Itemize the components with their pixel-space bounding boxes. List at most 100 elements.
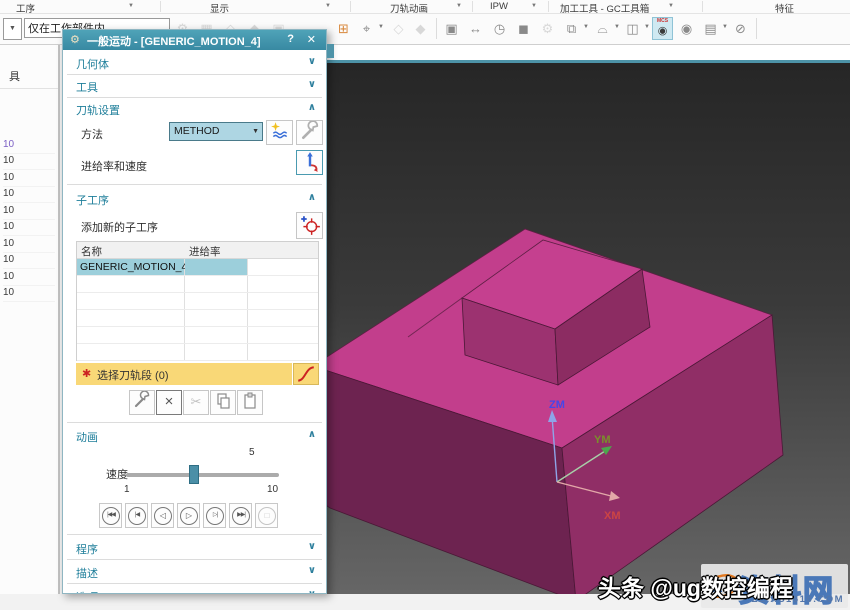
section-subop[interactable]: 子工序 ∧: [63, 189, 326, 209]
navigator-row[interactable]: 10: [3, 285, 55, 302]
dialog-titlebar[interactable]: ⚙ 一般运动 - [GENERIC_MOTION_4] ? ✕: [63, 30, 326, 50]
ribbon-group-operation[interactable]: 工序: [16, 1, 35, 15]
cutter-display-icon[interactable]: ⌓: [592, 17, 613, 40]
method-combo[interactable]: METHOD ▼: [169, 122, 263, 141]
combo-arrow-icon[interactable]: ▼: [252, 128, 259, 135]
navigator-row[interactable]: 10: [3, 203, 55, 220]
select-toolpath-prompt[interactable]: ✱ 选择刀轨段 (0): [76, 363, 292, 385]
help-button[interactable]: ?: [287, 33, 294, 45]
table-row[interactable]: [77, 310, 318, 327]
ribbon-group-gc-toolbox[interactable]: 加工工具 - GC工具箱: [560, 1, 649, 15]
table-header-row[interactable]: 名称 进给率: [77, 242, 318, 259]
curve-select-button[interactable]: [293, 363, 319, 385]
geometry-eye-icon[interactable]: ◉: [676, 17, 697, 40]
layer-settings-icon[interactable]: ▤: [700, 17, 721, 40]
section-path-settings[interactable]: 刀轨设置 ∧: [63, 99, 326, 119]
playback-stop-button[interactable]: □: [255, 503, 278, 528]
ribbon-group-display[interactable]: 显示: [210, 1, 229, 15]
dropdown-icon[interactable]: ▼: [614, 24, 620, 30]
toolpath-range-icon[interactable]: ↔: [465, 17, 486, 40]
section-program[interactable]: 程序 ∨: [63, 538, 326, 558]
ribbon-group-feature[interactable]: 特征: [775, 1, 794, 15]
dropdown-icon[interactable]: ▼: [668, 3, 674, 9]
show-solid-icon[interactable]: ◼: [513, 17, 534, 40]
playback-play-button[interactable]: ▷: [177, 503, 200, 528]
chevron-down-icon[interactable]: ∨: [308, 565, 316, 576]
subop-table[interactable]: 名称 进给率 GENERIC_MOTION_4: [76, 241, 319, 361]
navigator-row[interactable]: 10: [3, 269, 55, 286]
dropdown-icon[interactable]: ▼: [378, 24, 384, 30]
cut-subop-button[interactable]: ✂: [183, 390, 209, 415]
close-button[interactable]: ✕: [307, 33, 316, 46]
table-row[interactable]: [77, 293, 318, 310]
show-mcs-eye-icon[interactable]: MCS ◉: [652, 17, 673, 40]
toolpath-simulate-icon[interactable]: ◷: [489, 17, 510, 40]
chevron-down-icon[interactable]: ∨: [308, 589, 316, 593]
chevron-down-icon[interactable]: ∨: [308, 541, 316, 552]
playback-step-back-button[interactable]: ◁: [151, 503, 174, 528]
edit-method-button[interactable]: [296, 120, 323, 145]
chevron-up-icon[interactable]: ∧: [308, 192, 316, 203]
navigator-row[interactable]: 10: [3, 153, 55, 170]
section-options[interactable]: 选项 ∨: [63, 586, 326, 593]
show-model-icon[interactable]: ◇: [388, 17, 409, 40]
chevron-up-icon[interactable]: ∧: [308, 102, 316, 113]
speed-slider-thumb[interactable]: [189, 465, 199, 484]
playback-previous-button[interactable]: |◀: [125, 503, 148, 528]
speed-slider-track[interactable]: [126, 473, 279, 477]
section-tool[interactable]: 工具 ∨: [63, 76, 326, 96]
new-method-button[interactable]: [266, 120, 293, 145]
section-geometry[interactable]: 几何体 ∨: [63, 53, 326, 73]
wrench-icon: [133, 391, 151, 409]
playback-go-to-start-button[interactable]: |◀◀: [99, 503, 122, 528]
section-animation[interactable]: 动画 ∧: [63, 426, 326, 446]
ipw-window-icon[interactable]: ⧉: [561, 17, 582, 40]
navigator-column-header[interactable]: 具: [9, 68, 20, 84]
table-row[interactable]: [77, 276, 318, 293]
table-row[interactable]: [77, 344, 318, 361]
navigator-row[interactable]: 10: [3, 219, 55, 236]
playback-go-to-end-button[interactable]: ▶▶|: [229, 503, 252, 528]
edit-subop-button[interactable]: [129, 390, 155, 415]
delete-subop-button[interactable]: ×: [156, 390, 182, 415]
section-description[interactable]: 描述 ∨: [63, 562, 326, 582]
dropdown-icon[interactable]: ▼: [456, 3, 462, 9]
navigator-row[interactable]: 10: [3, 186, 55, 203]
feeds-and-speeds-button[interactable]: [296, 150, 323, 175]
selected-cell[interactable]: GENERIC_MOTION_4: [77, 259, 184, 275]
copy-subop-button[interactable]: [210, 390, 236, 415]
gears-icon[interactable]: ⚙: [537, 17, 558, 40]
graphics-area[interactable]: ZM YM XM XS 资料网 ZL.XS1616.COM 头条 @ug数控编程: [327, 63, 850, 594]
table-row[interactable]: [77, 327, 318, 344]
display-tool-icon[interactable]: ⊞: [333, 17, 354, 40]
selected-cell[interactable]: [185, 259, 247, 275]
dropdown-icon[interactable]: ▼: [128, 3, 134, 9]
toolpath-replay-icon[interactable]: ▣: [441, 17, 462, 40]
chevron-up-icon[interactable]: ∧: [308, 429, 316, 440]
table-row[interactable]: GENERIC_MOTION_4: [77, 259, 318, 276]
navigator-row[interactable]: 10: [3, 170, 55, 187]
dropdown-icon[interactable]: ▼: [722, 24, 728, 30]
hide-all-eye-icon[interactable]: ⊘: [730, 17, 751, 40]
tool-position-icon[interactable]: ⌖: [356, 17, 377, 40]
navigator-row[interactable]: 10: [3, 137, 55, 154]
dropdown-icon[interactable]: ▼: [583, 24, 589, 30]
show-blank-icon[interactable]: ◆: [410, 17, 431, 40]
type-filter-combo[interactable]: ▼: [3, 18, 22, 40]
graphics-viewport[interactable]: ZM YM XM XS 资料网 ZL.XS1616.COM 头条 @ug数控编程: [327, 44, 850, 594]
dropdown-icon[interactable]: ▼: [644, 24, 650, 30]
ribbon-group-toolpath-animation[interactable]: 刀轨动画: [390, 1, 428, 15]
speed-value: 5: [249, 447, 255, 458]
chevron-down-icon[interactable]: ∨: [308, 56, 316, 67]
ribbon-group-ipw[interactable]: IPW: [490, 1, 508, 12]
chevron-down-icon[interactable]: ∨: [308, 79, 316, 90]
navigator-row[interactable]: 10: [3, 236, 55, 253]
divider: [67, 184, 322, 185]
navigator-row[interactable]: 10: [3, 252, 55, 269]
dropdown-icon[interactable]: ▼: [325, 3, 331, 9]
dropdown-icon[interactable]: ▼: [531, 3, 537, 9]
ipw-stock-icon[interactable]: ◫: [622, 17, 643, 40]
playback-step-forward-button[interactable]: ▷|: [203, 503, 226, 528]
paste-subop-button[interactable]: [237, 390, 263, 415]
add-subop-button[interactable]: [296, 212, 323, 239]
